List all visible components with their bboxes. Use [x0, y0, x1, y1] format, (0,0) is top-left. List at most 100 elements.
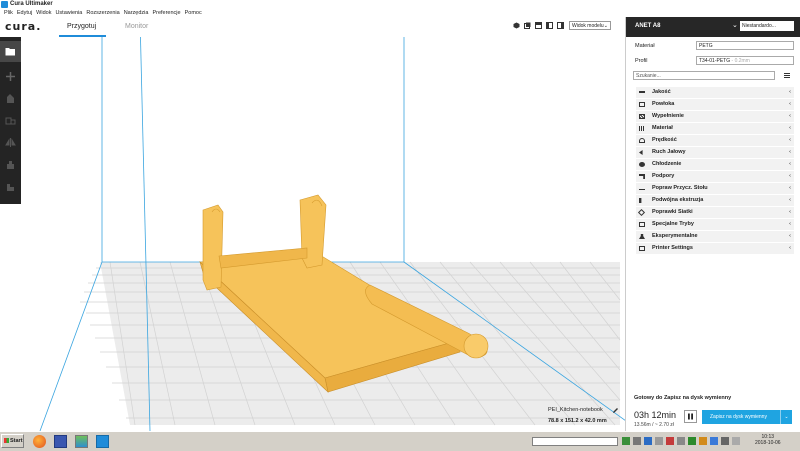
scale-tool-button[interactable] [0, 88, 21, 109]
settings-category[interactable]: Prędkość ‹ [636, 135, 794, 147]
extruder-select[interactable]: Niestandardo... [740, 21, 794, 31]
rotate-icon [5, 117, 16, 125]
tray-icon[interactable] [633, 437, 641, 445]
settings-category[interactable]: Podpory ‹ [636, 171, 794, 183]
machine-name[interactable]: ANET A8 [635, 23, 660, 29]
tray-icon[interactable] [655, 437, 663, 445]
left-view-icon[interactable] [546, 22, 553, 29]
chevron-down-icon[interactable]: ⌄ [732, 21, 738, 29]
mirror-tool-button[interactable] [0, 132, 21, 153]
menu-preferences[interactable]: Preferencje [152, 10, 180, 16]
settings-category[interactable]: Poprawki Siatki ‹ [636, 207, 794, 219]
support-blocker-button[interactable] [0, 176, 21, 197]
tray-icon[interactable] [699, 437, 707, 445]
view-type-select[interactable]: Widok modelu ⌄ [569, 21, 611, 30]
speed-icon [639, 138, 645, 143]
save-icon[interactable] [54, 435, 67, 448]
support-blocker-icon [7, 184, 14, 191]
menu-help[interactable]: Pomoc [185, 10, 202, 16]
tab-prepare[interactable]: Przygotuj [67, 23, 96, 30]
settings-search-input[interactable]: Szukanie... [633, 71, 775, 80]
print-time: 03h 12min [634, 410, 677, 420]
scale-icon [7, 94, 14, 103]
travel-icon [639, 150, 643, 155]
settings-category[interactable]: Popraw Przycz. Stołu ‹ [636, 183, 794, 195]
chevron-down-icon[interactable]: ⌄ [780, 410, 792, 424]
settings-category[interactable]: Eksperymentalne ‹ [636, 231, 794, 243]
tab-monitor[interactable]: Monitor [125, 23, 148, 30]
profile-select[interactable]: T34-01-PETG - 0.2mm [696, 56, 794, 65]
3d-view-icon[interactable] [513, 22, 520, 29]
tray-icon[interactable] [721, 437, 729, 445]
pause-button[interactable] [684, 410, 697, 423]
menu-tools[interactable]: Narzędzia [124, 10, 149, 16]
cooling-icon [639, 162, 645, 167]
machine-bar: ANET A8 ⌄ Niestandardo... [626, 17, 800, 37]
material-usage: 13.56m / ~ 2.70 zł [634, 422, 674, 428]
ready-status: Gotowy do Zapisz na dysk wymienny [634, 395, 732, 401]
move-icon [6, 72, 15, 81]
per-model-settings-button[interactable] [0, 154, 21, 175]
mirror-icon [5, 138, 16, 147]
menu-extensions[interactable]: Rozszerzenia [86, 10, 119, 16]
settings-category[interactable]: Wypełnienie ‹ [636, 111, 794, 123]
menu-edit[interactable]: Edytuj [17, 10, 32, 16]
right-view-icon[interactable] [557, 22, 564, 29]
tray-icon[interactable] [622, 437, 630, 445]
edit-name-icon[interactable] [612, 407, 619, 414]
tray-icon[interactable] [710, 437, 718, 445]
tray-icon[interactable] [677, 437, 685, 445]
rotate-tool-button[interactable] [0, 110, 21, 131]
build-plate-scene [39, 37, 625, 431]
settings-category[interactable]: Printer Settings ‹ [636, 243, 794, 255]
3d-viewport[interactable] [21, 37, 625, 431]
move-tool-button[interactable] [0, 66, 21, 87]
settings-category[interactable]: Podwójna ekstruzja ‹ [636, 195, 794, 207]
printer-settings-icon [639, 246, 645, 251]
open-file-button[interactable] [0, 41, 21, 62]
address-bar-input[interactable] [532, 437, 618, 446]
header-bar: cura. Przygotuj Monitor Widok modelu ⌄ [0, 17, 625, 38]
tray-icon[interactable] [666, 437, 674, 445]
settings-category[interactable]: Chłodzenie ‹ [636, 159, 794, 171]
image-viewer-icon[interactable] [75, 435, 88, 448]
experimental-icon [639, 234, 645, 239]
material-select[interactable]: PETG [696, 41, 794, 50]
save-to-removable-button[interactable]: Zapisz na dysk wymienny ⌄ [702, 410, 792, 424]
menu-view[interactable]: Widok [36, 10, 51, 16]
tray-icon[interactable] [732, 437, 740, 445]
front-view-icon[interactable] [524, 22, 531, 29]
settings-category[interactable]: Ruch Jałowy ‹ [636, 147, 794, 159]
taskbar-clock[interactable]: 10:13 2018-10-06 [755, 434, 781, 446]
adhesion-icon [639, 189, 645, 190]
tray-icon[interactable] [688, 437, 696, 445]
firefox-icon[interactable] [33, 435, 46, 448]
special-modes-icon [639, 222, 645, 227]
menu-settings[interactable]: Ustawienia [55, 10, 82, 16]
quality-icon [639, 91, 645, 93]
start-button[interactable]: Start [1, 434, 24, 448]
menu-icon[interactable] [784, 73, 790, 78]
open-file-icon [5, 48, 15, 56]
profile-label: Profil [635, 58, 648, 64]
support-icon [639, 174, 645, 179]
mesh-fixes-icon [637, 208, 646, 217]
settings-category[interactable]: Powłoka ‹ [636, 99, 794, 111]
menu-bar: Plik Edytuj Widok Ustawienia Rozszerzenia Nar… [0, 9, 800, 17]
shell-icon [639, 102, 645, 107]
taskbar: Start [0, 431, 800, 451]
tray-icon[interactable] [644, 437, 652, 445]
windows-flag-icon [4, 438, 9, 443]
settings-category[interactable]: Specjalne Tryby ‹ [636, 219, 794, 231]
pause-icon [688, 413, 693, 420]
top-view-icon[interactable] [535, 22, 542, 29]
cura-icon[interactable] [96, 435, 109, 448]
settings-category[interactable]: Jakość ‹ [636, 87, 794, 99]
menu-file[interactable]: Plik [4, 10, 13, 16]
print-status-panel: Gotowy do Zapisz na dysk wymienny 03h 12… [625, 388, 800, 431]
window-title: Cura Ultimaker [10, 1, 53, 7]
material-label: Materiał [635, 43, 655, 49]
infill-icon [639, 114, 645, 119]
settings-category[interactable]: Materiał ‹ [636, 123, 794, 135]
object-dimensions: 78.8 x 151.2 x 42.0 mm [548, 418, 607, 424]
